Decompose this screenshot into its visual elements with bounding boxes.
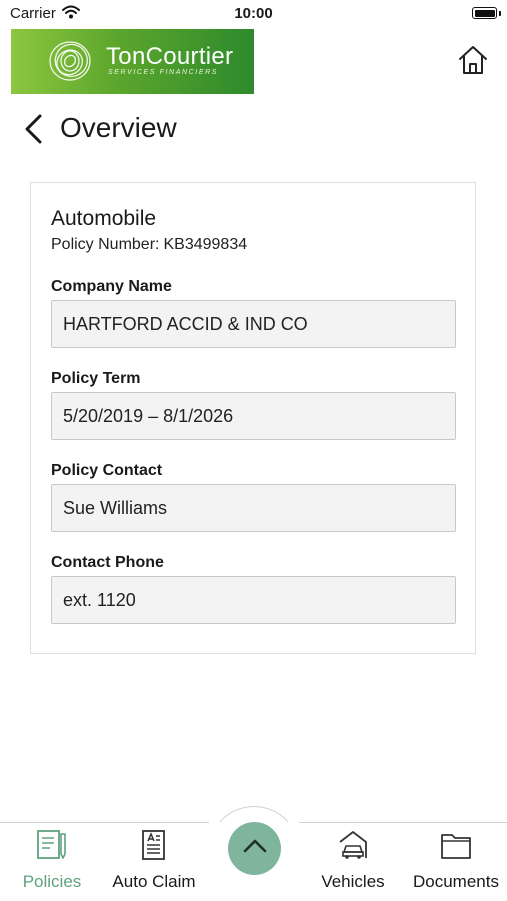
policy-contact-field[interactable]: Sue Williams [51, 484, 456, 532]
claim-form-icon [106, 828, 202, 867]
brand-name: TonCourtier [106, 43, 234, 70]
nav-item-policies[interactable]: Policies [18, 828, 86, 892]
policy-type-title: Automobile [51, 207, 157, 230]
status-time: 10:00 [234, 5, 273, 22]
company-name-label: Company Name [51, 278, 172, 295]
nav-item-vehicles[interactable]: Vehicles [313, 828, 393, 892]
contact-phone-label: Contact Phone [51, 554, 164, 571]
nav-item-auto-claim[interactable]: Auto Claim [106, 828, 202, 892]
nav-item-documents[interactable]: Documents [408, 828, 504, 892]
back-button[interactable] [22, 112, 52, 146]
battery-icon [472, 7, 497, 19]
logo-mark-icon [45, 37, 95, 90]
nav-label-auto-claim: Auto Claim [112, 872, 196, 891]
brand-tagline: SERVICES FINANCIERS [108, 69, 219, 76]
policy-number-label: Policy Number: [51, 236, 160, 253]
folder-icon [408, 828, 504, 867]
chevron-up-icon [242, 837, 268, 860]
home-icon [457, 45, 489, 80]
nav-label-policies: Policies [22, 872, 82, 891]
policy-card: Automobile Policy Number: KB3499834 Compa… [30, 182, 476, 654]
contact-phone-field[interactable]: ext. 1120 [51, 576, 456, 624]
nav-label-documents: Documents [413, 872, 499, 891]
policy-contact-label: Policy Contact [51, 462, 163, 479]
company-name-field[interactable]: HARTFORD ACCID & IND CO [51, 300, 456, 348]
page-title: Overview [60, 112, 177, 143]
policy-document-icon [18, 828, 86, 867]
policy-number-value: KB3499834 [163, 236, 248, 253]
expand-menu-button[interactable] [228, 822, 281, 875]
policy-term-label: Policy Term [51, 370, 141, 387]
battery-tip [499, 11, 501, 16]
brand-logo: TonCourtier SERVICES FINANCIERS [11, 29, 254, 94]
home-button[interactable] [455, 44, 491, 80]
nav-label-vehicles: Vehicles [321, 872, 385, 891]
policy-number: Policy Number: KB3499834 [51, 236, 247, 254]
status-bar: Carrier 10:00 [0, 0, 507, 28]
chevron-left-icon [22, 114, 46, 150]
policy-term-field[interactable]: 5/20/2019 – 8/1/2026 [51, 392, 456, 440]
car-garage-icon [313, 828, 393, 867]
